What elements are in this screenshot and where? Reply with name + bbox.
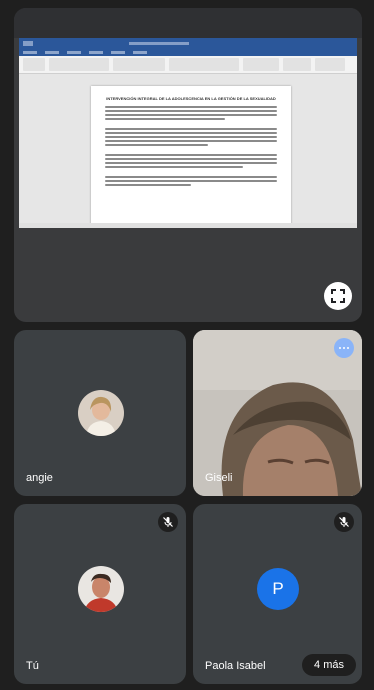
word-title-bar [19, 38, 357, 48]
mic-off-indicator [334, 512, 354, 532]
avatar-initial: P [257, 568, 299, 610]
document-page: INTERVENCIÓN INTEGRAL DE LA ADOLESCENCIA… [91, 86, 291, 228]
mic-off-indicator [158, 512, 178, 532]
more-horizontal-icon [339, 347, 341, 349]
fullscreen-button[interactable] [324, 282, 352, 310]
participant-name: Paola Isabel [205, 660, 266, 672]
word-ribbon-toolbar [19, 56, 357, 74]
participant-name: angie [26, 472, 53, 484]
participant-tile-self[interactable]: Tú [14, 504, 186, 684]
shared-document-view: INTERVENCIÓN INTEGRAL DE LA ADOLESCENCIA… [19, 38, 357, 228]
participant-name: Giseli [205, 472, 233, 484]
avatar [78, 566, 124, 612]
participant-tile-angie[interactable]: angie [14, 330, 186, 496]
participant-tile-paola-isabel[interactable]: P Paola Isabel 4 más [193, 504, 362, 684]
mic-off-icon [163, 517, 173, 527]
participant-tile-giseli[interactable]: Giseli [193, 330, 362, 496]
word-status-bar [19, 223, 357, 228]
more-options-button[interactable] [334, 338, 354, 358]
more-participants-button[interactable]: 4 más [302, 654, 356, 676]
screen-share-top-strip [14, 8, 362, 38]
mic-off-icon [339, 517, 349, 527]
avatar [78, 390, 124, 436]
document-title: INTERVENCIÓN INTEGRAL DE LA ADOLESCENCIA… [106, 96, 276, 101]
screen-share-tile[interactable]: INTERVENCIÓN INTEGRAL DE LA ADOLESCENCIA… [14, 8, 362, 322]
word-ribbon-tabs [19, 48, 357, 56]
fullscreen-icon [331, 289, 345, 303]
participant-name: Tú [26, 660, 39, 672]
